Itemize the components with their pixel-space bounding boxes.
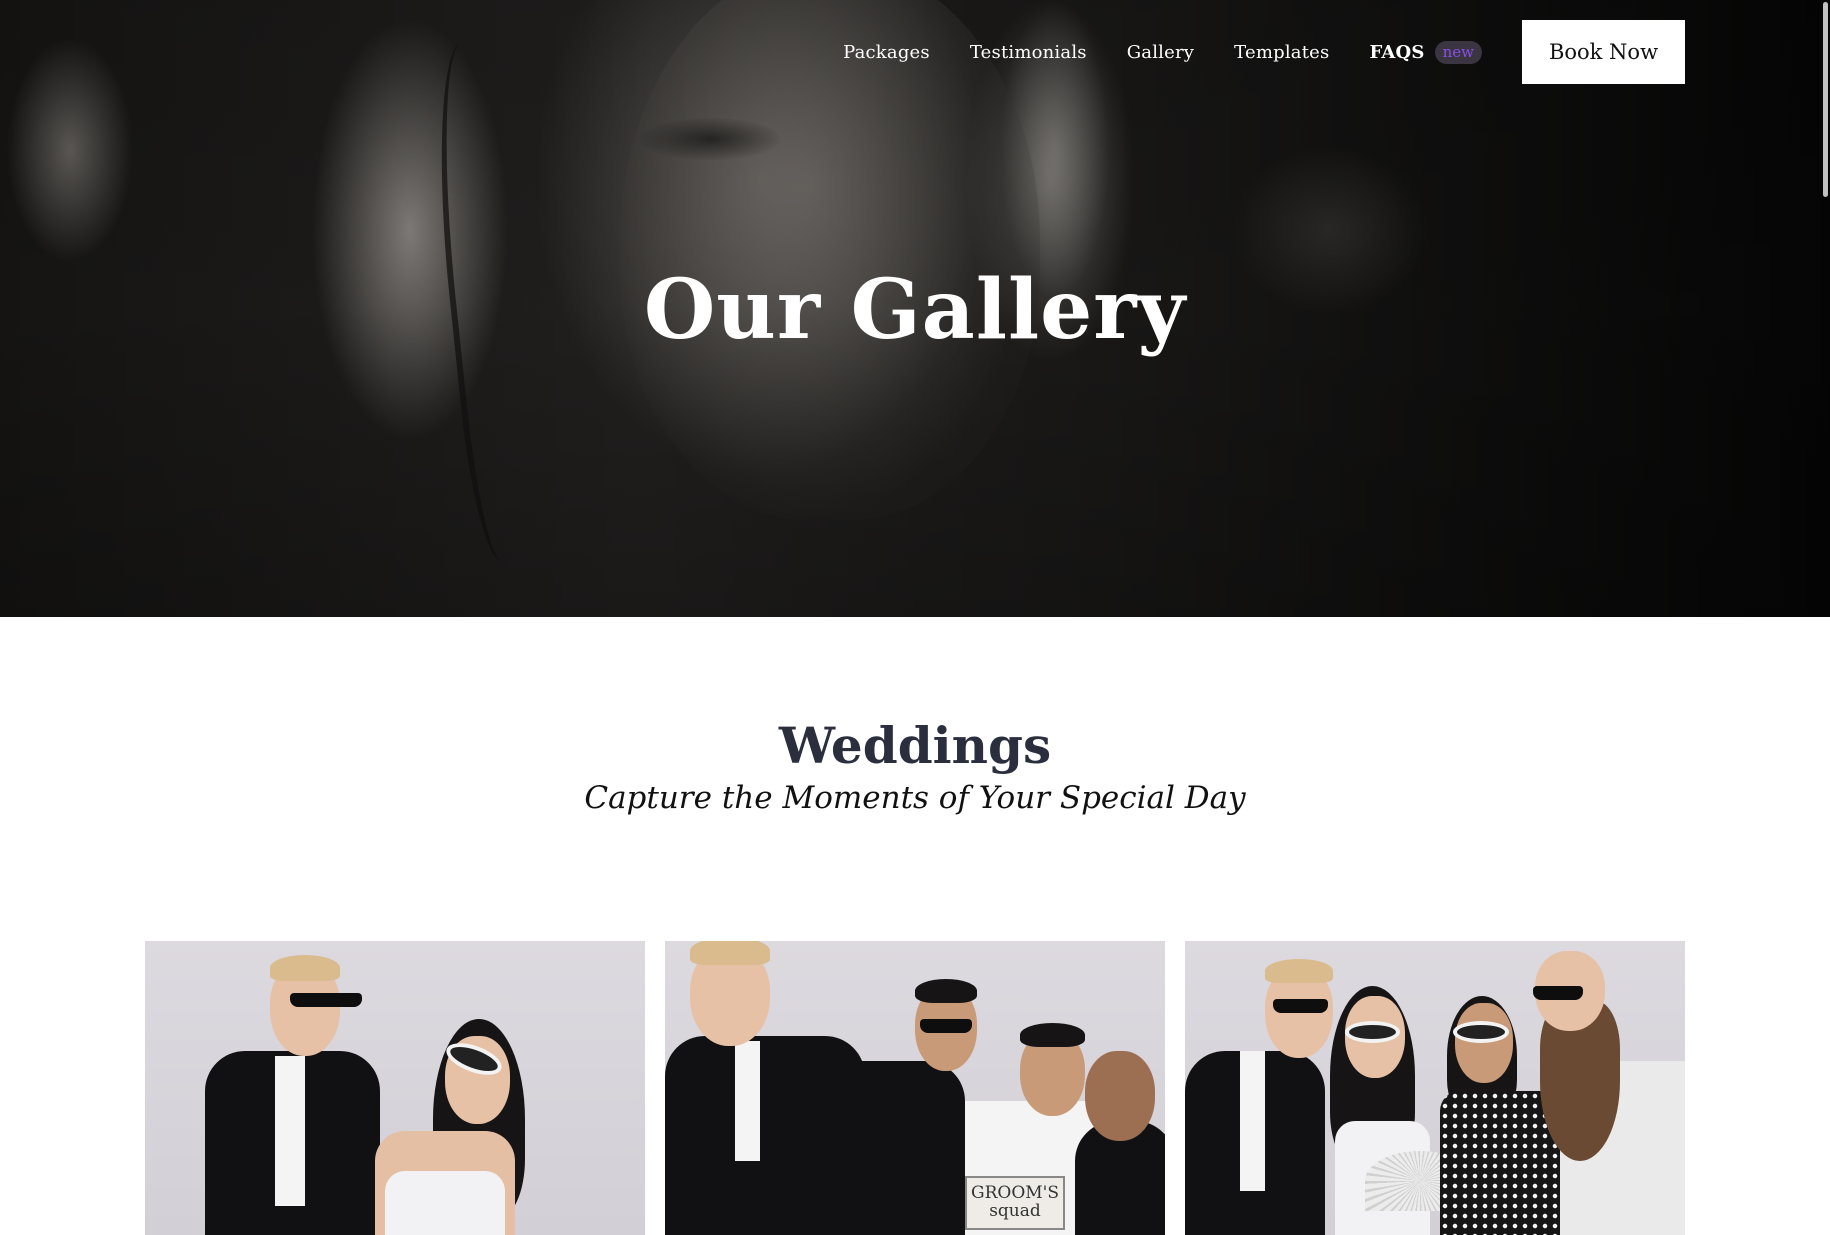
new-badge: new — [1434, 40, 1482, 64]
groom-hair — [690, 941, 770, 965]
gallery-photo-grooms-squad[interactable]: GROOM'S squad — [665, 941, 1165, 1235]
gallery-photo-group[interactable] — [1185, 941, 1685, 1235]
guest1-hair — [915, 979, 977, 1003]
hero-banner: Packages Testimonials Gallery Templates … — [0, 0, 1830, 617]
groom-hair — [1265, 959, 1333, 983]
nav-gallery[interactable]: Gallery — [1127, 42, 1194, 63]
guest1-suit — [815, 1061, 965, 1235]
nav-testimonials[interactable]: Testimonials — [970, 42, 1087, 63]
guest3-head — [1085, 1051, 1155, 1141]
nav-templates[interactable]: Templates — [1234, 42, 1329, 63]
sunglasses-icon — [1533, 986, 1583, 1000]
groom-shirt — [275, 1056, 305, 1206]
photo-gallery: GROOM'S squad — [145, 941, 1685, 1235]
section-subtitle: Capture the Moments of Your Special Day — [584, 780, 1246, 816]
nav-faqs-group: FAQS new — [1369, 40, 1482, 64]
heart-glasses-icon — [1453, 1021, 1509, 1043]
guest2-hair — [1020, 1023, 1085, 1047]
groom-shirt — [1240, 1051, 1265, 1191]
book-now-button[interactable]: Book Now — [1522, 20, 1685, 84]
nav-faqs[interactable]: FAQS — [1369, 42, 1424, 63]
scrollbar-thumb[interactable] — [1823, 2, 1828, 197]
gallery-photo-couple[interactable] — [145, 941, 645, 1235]
main-nav: Packages Testimonials Gallery Templates … — [843, 20, 1685, 84]
sign-line-1: GROOM'S — [971, 1183, 1059, 1203]
polka-dot-dress — [1440, 1091, 1560, 1235]
sunglasses-icon — [920, 1019, 972, 1033]
page-scrollbar[interactable] — [1820, 0, 1830, 1235]
section-title: Weddings — [778, 716, 1052, 775]
nav-packages[interactable]: Packages — [843, 42, 930, 63]
groom-shirt — [735, 1041, 760, 1161]
page-title: Our Gallery — [643, 262, 1187, 358]
bride-dress — [385, 1171, 505, 1235]
heart-sunglasses-icon — [1273, 999, 1328, 1013]
sunglasses-icon — [290, 993, 362, 1007]
grooms-squad-sign: GROOM'S squad — [965, 1176, 1065, 1230]
groom-hair — [270, 955, 340, 981]
heart-glasses-icon — [1345, 1021, 1400, 1043]
sign-line-2: squad — [989, 1201, 1041, 1221]
guest-head — [1455, 1003, 1513, 1083]
